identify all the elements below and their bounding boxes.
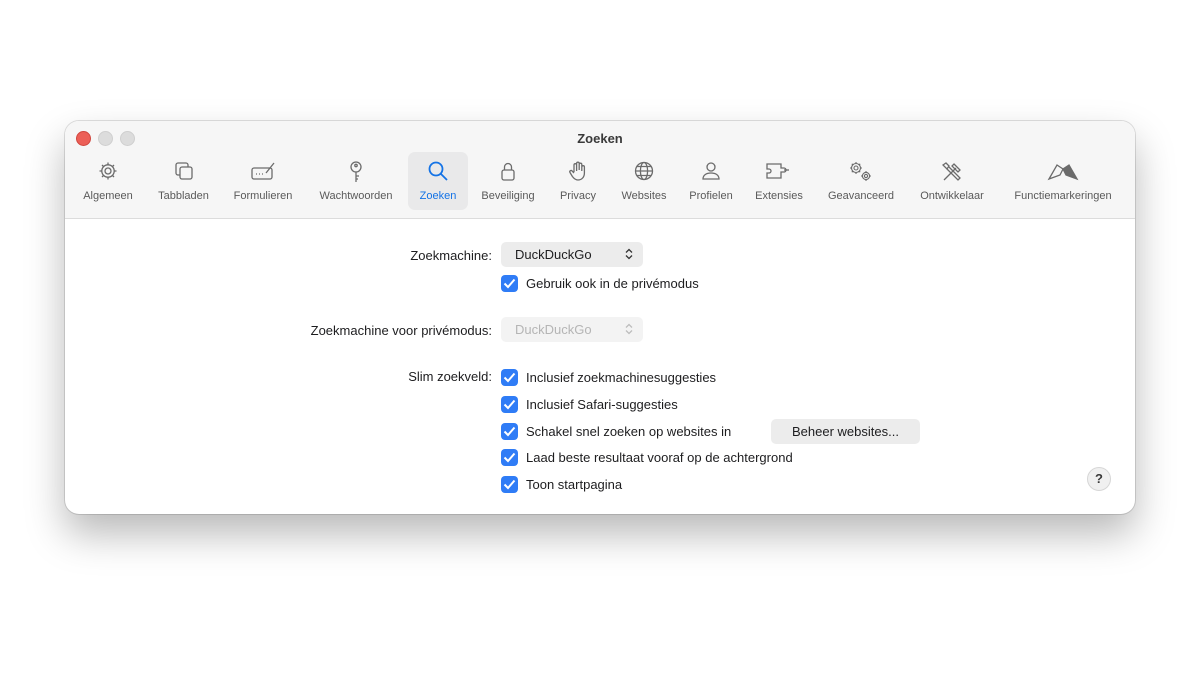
person-icon <box>702 162 720 180</box>
checkmark-icon <box>503 452 516 463</box>
hand-icon <box>569 161 586 181</box>
checkmark-icon <box>503 372 516 383</box>
key-icon <box>350 161 362 182</box>
gears-icon <box>850 162 871 181</box>
search-engine-popup[interactable]: DuckDuckGo <box>501 242 643 267</box>
tab-label: Algemeen <box>83 190 133 202</box>
preferences-window: Zoeken Algemeen Tabbladen Formulieren Wa… <box>65 121 1135 514</box>
preload-top-hit-label: Laad beste resultaat vooraf op de achter… <box>526 450 793 465</box>
preload-top-hit-checkbox[interactable] <box>501 449 518 466</box>
form-pencil-icon <box>251 162 275 180</box>
tab-beveiliging[interactable]: Beveiliging <box>475 152 541 210</box>
flags-icon <box>1047 164 1079 181</box>
tab-label: Beveiliging <box>481 190 535 202</box>
search-engine-label: Zoekmachine: <box>410 248 492 263</box>
private-search-engine-popup[interactable]: DuckDuckGo <box>501 317 643 342</box>
search-settings-pane: Zoekmachine: DuckDuckGo Gebruik ook in d… <box>65 219 1135 514</box>
tab-extensies[interactable]: Extensies <box>749 152 809 210</box>
safari-suggestions-label: Inclusief Safari-suggesties <box>526 397 678 412</box>
tab-privacy[interactable]: Privacy <box>551 152 605 210</box>
tab-label: Functiemarkeringen <box>1014 190 1112 202</box>
tab-label: Zoeken <box>419 190 457 202</box>
tab-label: Privacy <box>559 190 597 202</box>
tab-websites[interactable]: Websites <box>615 152 673 210</box>
tab-label: Geavanceerd <box>827 190 895 202</box>
tab-functiemarkeringen[interactable]: Functiemarkeringen <box>1002 152 1124 210</box>
tab-algemeen[interactable]: Algemeen <box>77 152 139 210</box>
tab-wachtwoorden[interactable]: Wachtwoorden <box>310 152 402 210</box>
private-search-engine-label: Zoekmachine voor privémodus: <box>310 323 492 338</box>
lock-icon <box>501 162 515 181</box>
tab-label: Ontwikkelaar <box>920 190 984 202</box>
search-suggestions-label: Inclusief zoekmachinesuggesties <box>526 370 717 385</box>
help-button[interactable]: ? <box>1087 467 1111 491</box>
tab-label: Extensies <box>755 190 803 202</box>
tab-label: Tabbladen <box>158 190 209 202</box>
tab-geavanceerd[interactable]: Geavanceerd <box>820 152 902 210</box>
tab-label: Profielen <box>689 190 733 202</box>
show-start-page-label: Toon startpagina <box>526 477 623 492</box>
show-start-page-checkbox[interactable] <box>501 476 518 493</box>
manage-websites-button[interactable]: Beheer websites... <box>771 419 920 444</box>
tab-label: Formulieren <box>233 190 293 202</box>
tab-profielen[interactable]: Profielen <box>682 152 740 210</box>
quick-website-search-checkbox[interactable] <box>501 423 518 440</box>
quick-website-search-label: Schakel snel zoeken op websites in <box>526 424 732 439</box>
globe-icon <box>634 161 654 181</box>
checkmark-icon <box>503 399 516 410</box>
search-suggestions-checkbox[interactable] <box>501 369 518 386</box>
tab-tabbladen[interactable]: Tabbladen <box>150 152 217 210</box>
safari-suggestions-checkbox[interactable] <box>501 396 518 413</box>
smart-search-field-label: Slim zoekveld: <box>408 369 492 384</box>
up-down-chevron-icon <box>625 323 633 335</box>
private-search-engine-value: DuckDuckGo <box>515 322 592 337</box>
tabs-icon <box>174 162 193 180</box>
window-title: Zoeken <box>577 131 623 146</box>
gear-icon <box>99 162 117 180</box>
private-mode-checkbox-label: Gebruik ook in de privémodus <box>526 276 699 291</box>
private-mode-checkbox[interactable] <box>501 275 518 292</box>
checkmark-icon <box>503 426 516 437</box>
checkmark-icon <box>503 278 516 289</box>
checkmark-icon <box>503 479 516 490</box>
puzzle-icon <box>766 163 789 179</box>
search-icon <box>428 161 448 181</box>
tab-ontwikkelaar[interactable]: Ontwikkelaar <box>910 152 994 210</box>
tab-zoeken[interactable]: Zoeken <box>408 152 468 210</box>
search-engine-value: DuckDuckGo <box>515 247 592 262</box>
tab-formulieren[interactable]: Formulieren <box>225 152 301 210</box>
tools-icon <box>941 162 961 181</box>
toolbar: Zoeken Algemeen Tabbladen Formulieren Wa… <box>65 121 1135 219</box>
tab-label: Websites <box>621 190 667 202</box>
tab-label: Wachtwoorden <box>319 190 393 202</box>
up-down-chevron-icon <box>625 248 633 260</box>
